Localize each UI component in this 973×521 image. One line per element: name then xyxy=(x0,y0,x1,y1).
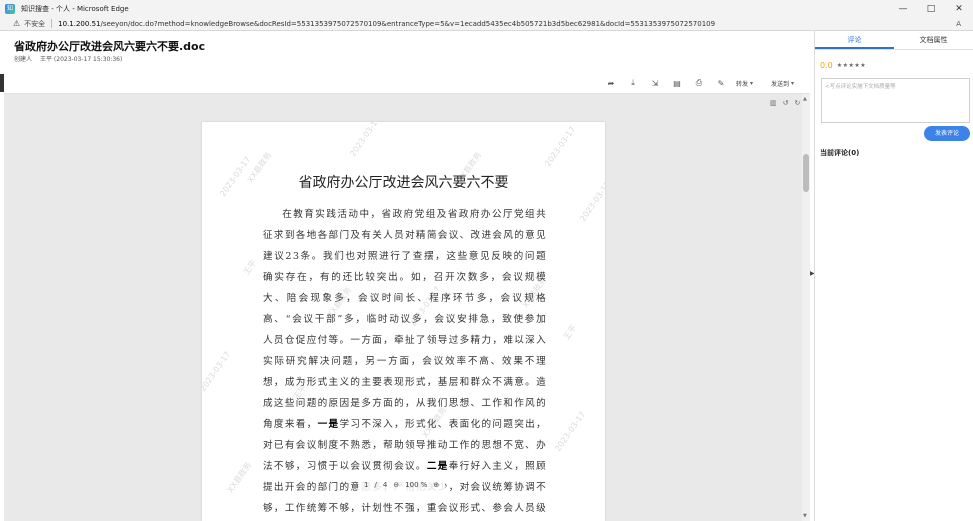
url-path: /seeyon/doc.do?method=knowledgeBrowse&do… xyxy=(100,19,716,28)
layout-icon[interactable]: ▥ xyxy=(770,99,777,107)
scroll-down-icon[interactable]: ▼ xyxy=(803,513,807,519)
share-icon[interactable]: ➦ xyxy=(600,79,622,88)
page-navigator: 1 / 4 ⊖ 100 % ⊕ xyxy=(358,479,446,491)
viewer-tools: ▥ ↺ ↻ xyxy=(770,99,800,107)
document-toolbar: ➦ ⤓ ⇲ ▤ ⎙ ✎ 转发 ▾ 发送到 ▾ xyxy=(600,77,808,89)
address-bar[interactable]: ⚠ 不安全 10.1.200.51/seeyon/doc.do?method=k… xyxy=(0,17,973,31)
rating: 0.0 ★★★★★ xyxy=(820,61,866,70)
document-creator: 创建人 王平 (2023-03-17 15:30:36) xyxy=(14,54,122,63)
address-separator xyxy=(51,19,53,28)
rotate-right-icon[interactable]: ↻ xyxy=(795,99,801,107)
tab-document-properties[interactable]: 文档属性 xyxy=(894,31,973,49)
rating-score: 0.0 xyxy=(820,61,833,70)
comment-input[interactable]: <写点评论实施下文档质量等 xyxy=(821,78,970,123)
copy-icon[interactable]: ▤ xyxy=(666,79,688,88)
url-text[interactable]: 10.1.200.51/seeyon/doc.do?method=knowled… xyxy=(58,20,715,28)
zoom-out-icon[interactable]: ⊖ xyxy=(393,481,399,489)
document-page: 省政府办公厅改进会风六要六不要 在教育实践活动中，省政府党组及省政府办公厅党组共… xyxy=(202,122,605,521)
rotate-left-icon[interactable]: ↺ xyxy=(783,99,789,107)
send-to-button[interactable]: 发送到 xyxy=(771,79,789,88)
watermark-name: 王平 xyxy=(561,323,579,342)
insecure-label[interactable]: 不安全 xyxy=(24,19,45,29)
window-controls: — □ ✕ xyxy=(889,0,973,17)
star-rating-icon[interactable]: ★★★★★ xyxy=(837,62,866,69)
current-page[interactable]: 1 xyxy=(364,481,368,489)
zoom-in-icon[interactable]: ⊕ xyxy=(433,481,439,489)
page-slash: / xyxy=(374,481,377,489)
watermark-org: XX县政务 xyxy=(225,460,254,495)
export-icon[interactable]: ⇲ xyxy=(644,79,666,88)
body-bold-2: 二是 xyxy=(426,461,449,472)
tab-comment[interactable]: 评论 xyxy=(815,31,894,49)
minimize-button[interactable]: — xyxy=(889,0,917,17)
document-title: 省政府办公厅改进会风六要六不要.doc xyxy=(14,40,206,53)
maximize-button[interactable]: □ xyxy=(917,0,945,17)
close-button[interactable]: ✕ xyxy=(945,0,973,17)
body-bold-1: 一是 xyxy=(317,419,340,430)
right-panel: 评论 文档属性 0.0 ★★★★★ <写点评论实施下文档质量等 发表评论 当前评… xyxy=(814,31,973,521)
watermark-name: 王平 xyxy=(241,258,259,277)
window-title-bar: 知 知识搜查 - 个人 - Microsoft Edge — □ ✕ xyxy=(0,0,973,17)
scroll-up-icon[interactable]: ▲ xyxy=(803,96,807,102)
download-icon[interactable]: ⤓ xyxy=(622,78,644,88)
body-text-1: 在教育实践活动中，省政府党组及省政府办公厅党组共征求到各地各部门及有关人员对精简… xyxy=(263,209,547,430)
page-heading: 省政府办公厅改进会风六要六不要 xyxy=(298,175,509,191)
current-comments-label: 当前评论(0) xyxy=(820,149,860,157)
vertical-scrollbar[interactable]: ▲ ▼ xyxy=(802,94,810,521)
send-chevron-down-icon[interactable]: ▾ xyxy=(791,80,794,87)
app-icon: 知 xyxy=(5,3,15,14)
body-paragraph: 在教育实践活动中，省政府党组及省政府办公厅党组共征求到各地各部门及有关人员对精简… xyxy=(263,204,547,521)
publish-comment-button[interactable]: 发表评论 xyxy=(924,126,970,141)
warning-icon[interactable]: ⚠ xyxy=(13,19,20,28)
window-title: 知识搜查 - 个人 - Microsoft Edge xyxy=(21,4,129,13)
watermark-date: 2023-03-17 xyxy=(202,349,233,394)
panel-tabs: 评论 文档属性 xyxy=(815,31,973,50)
page-body: 在教育实践活动中，省政府党组及省政府办公厅党组共征求到各地各部门及有关人员对精简… xyxy=(263,204,547,521)
total-pages: 4 xyxy=(382,481,388,489)
read-aloud-icon[interactable]: A xyxy=(956,20,961,28)
forward-chevron-down-icon[interactable]: ▾ xyxy=(750,80,753,87)
url-host: 10.1.200.51 xyxy=(58,19,101,28)
edit-icon[interactable]: ✎ xyxy=(710,79,732,88)
scrollbar-thumb[interactable] xyxy=(803,154,809,192)
forward-button[interactable]: 转发 xyxy=(736,79,748,88)
watermark-date: 2023-03-17 xyxy=(553,409,588,454)
creator-value: 王平 (2023-03-17 15:30:36) xyxy=(40,56,123,63)
creator-label: 创建人 xyxy=(14,56,33,63)
print-icon[interactable]: ⎙ xyxy=(688,78,710,88)
watermark-date: 2023-03-17 xyxy=(348,122,383,159)
watermark-date: 2023-03-17 xyxy=(543,124,578,169)
left-strip xyxy=(0,74,4,92)
zoom-level: 100 % xyxy=(405,481,428,489)
